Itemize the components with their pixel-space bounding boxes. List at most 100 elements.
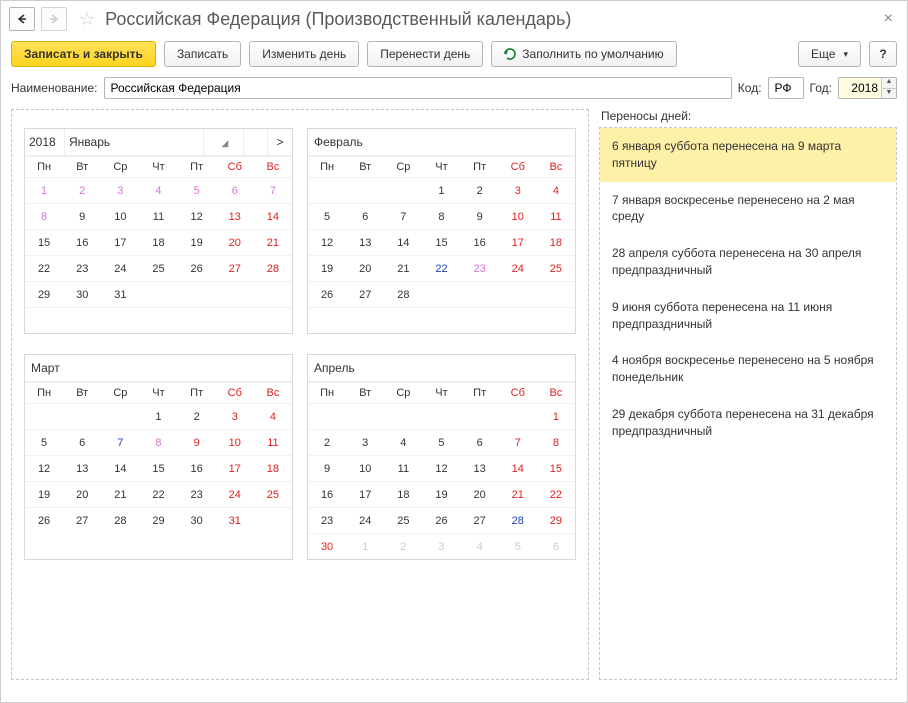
calendar-day[interactable]: 5 [499,533,537,559]
calendar-day[interactable]: 21 [384,255,422,281]
calendar-day[interactable]: 1 [139,403,177,429]
calendar-day[interactable]: 28 [254,255,292,281]
calendar-day[interactable]: 6 [63,429,101,455]
calendar-day[interactable]: 9 [178,429,216,455]
change-day-button[interactable]: Изменить день [249,41,359,67]
close-button[interactable]: × [878,8,899,30]
nav-back-button[interactable] [9,7,35,31]
calendar-day[interactable]: 12 [422,455,460,481]
calendar-day[interactable]: 5 [25,429,63,455]
calendar-day[interactable]: 22 [25,255,63,281]
move-item[interactable]: 9 июня суббота перенесена на 11 июня пре… [600,289,896,343]
calendar-day[interactable]: 29 [139,507,177,533]
calendar-day[interactable]: 24 [101,255,139,281]
calendar-day[interactable]: 2 [178,403,216,429]
calendar-day[interactable]: 7 [384,203,422,229]
calendar-day[interactable]: 1 [346,533,384,559]
calendar-day[interactable]: 8 [139,429,177,455]
calendar-day[interactable]: 12 [178,203,216,229]
move-item[interactable]: 4 ноября воскресенье перенесено на 5 ноя… [600,342,896,396]
calendar-day[interactable]: 28 [384,281,422,307]
calendar-day[interactable]: 26 [422,507,460,533]
calendar-day[interactable]: 21 [499,481,537,507]
calendar-day[interactable]: 19 [422,481,460,507]
calendar-day[interactable]: 19 [25,481,63,507]
calendar-day[interactable]: 8 [25,203,63,229]
move-item[interactable]: 7 января воскресенье перенесено на 2 мая… [600,182,896,236]
calendar-day[interactable]: 1 [422,177,460,203]
name-input[interactable] [104,77,732,99]
calendar-day[interactable]: 30 [63,281,101,307]
calendar-day[interactable]: 31 [216,507,254,533]
calendar-day[interactable]: 2 [461,177,499,203]
calendar-month-name[interactable]: Январь [65,129,204,155]
calendar-day[interactable]: 12 [25,455,63,481]
calendar-day[interactable]: 27 [216,255,254,281]
calendar-day[interactable]: 23 [178,481,216,507]
calendar-day[interactable]: 28 [499,507,537,533]
calendar-day[interactable]: 8 [422,203,460,229]
calendar-day[interactable]: 9 [63,203,101,229]
calendar-day[interactable]: 11 [254,429,292,455]
calendar-day[interactable]: 10 [346,455,384,481]
calendar-day[interactable]: 10 [216,429,254,455]
year-input[interactable] [839,78,881,98]
calendar-day[interactable]: 23 [308,507,346,533]
calendar-day[interactable]: 26 [308,281,346,307]
calendar-day[interactable]: 2 [63,177,101,203]
calendar-day[interactable]: 28 [101,507,139,533]
move-item[interactable]: 28 апреля суббота перенесена на 30 апрел… [600,235,896,289]
calendar-day[interactable]: 27 [461,507,499,533]
calendar-day[interactable]: 9 [461,203,499,229]
calendar-day[interactable]: 6 [461,429,499,455]
calendar-day[interactable]: 5 [422,429,460,455]
calendar-day[interactable]: 8 [537,429,575,455]
calendar-day[interactable]: 18 [384,481,422,507]
calendar-day[interactable]: 4 [461,533,499,559]
calendar-day[interactable]: 19 [308,255,346,281]
calendar-month-dropdown[interactable]: ◢ [204,129,244,155]
calendar-day[interactable]: 2 [308,429,346,455]
calendar-day[interactable]: 11 [139,203,177,229]
calendar-day[interactable]: 23 [461,255,499,281]
calendar-day[interactable]: 19 [178,229,216,255]
calendar-day[interactable]: 17 [346,481,384,507]
calendar-day[interactable]: 16 [63,229,101,255]
calendar-day[interactable]: 11 [537,203,575,229]
calendar-day[interactable]: 13 [346,229,384,255]
calendar-day[interactable]: 27 [63,507,101,533]
calendar-day[interactable]: 25 [139,255,177,281]
moves-list[interactable]: 6 января суббота перенесена на 9 марта п… [599,127,897,680]
calendar-day[interactable]: 3 [346,429,384,455]
calendar-day[interactable]: 30 [308,533,346,559]
calendar-day[interactable]: 26 [178,255,216,281]
calendar-day[interactable]: 7 [101,429,139,455]
calendar-day[interactable]: 3 [216,403,254,429]
calendar-day[interactable]: 22 [537,481,575,507]
move-item[interactable]: 29 декабря суббота перенесена на 31 дека… [600,396,896,450]
calendar-day[interactable]: 20 [346,255,384,281]
calendar-day[interactable]: 30 [178,507,216,533]
calendar-day[interactable]: 21 [101,481,139,507]
fill-default-button[interactable]: Заполнить по умолчанию [491,41,676,67]
calendar-day[interactable]: 17 [499,229,537,255]
calendar-day[interactable]: 10 [101,203,139,229]
year-spin-down[interactable]: ▼ [882,88,896,98]
calendar-day[interactable]: 17 [216,455,254,481]
calendar-day[interactable]: 25 [254,481,292,507]
calendar-day[interactable]: 18 [537,229,575,255]
calendar-day[interactable]: 3 [101,177,139,203]
calendar-day[interactable]: 5 [178,177,216,203]
calendar-day[interactable]: 26 [25,507,63,533]
calendar-day[interactable]: 7 [499,429,537,455]
calendar-day[interactable]: 24 [216,481,254,507]
calendar-day[interactable]: 6 [537,533,575,559]
calendar-day[interactable]: 20 [461,481,499,507]
calendar-day[interactable]: 6 [216,177,254,203]
calendar-day[interactable]: 24 [499,255,537,281]
calendar-day[interactable]: 5 [308,203,346,229]
calendar-day[interactable]: 14 [384,229,422,255]
calendar-day[interactable]: 15 [25,229,63,255]
calendar-day[interactable]: 18 [254,455,292,481]
move-item[interactable]: 6 января суббота перенесена на 9 марта п… [600,128,896,182]
